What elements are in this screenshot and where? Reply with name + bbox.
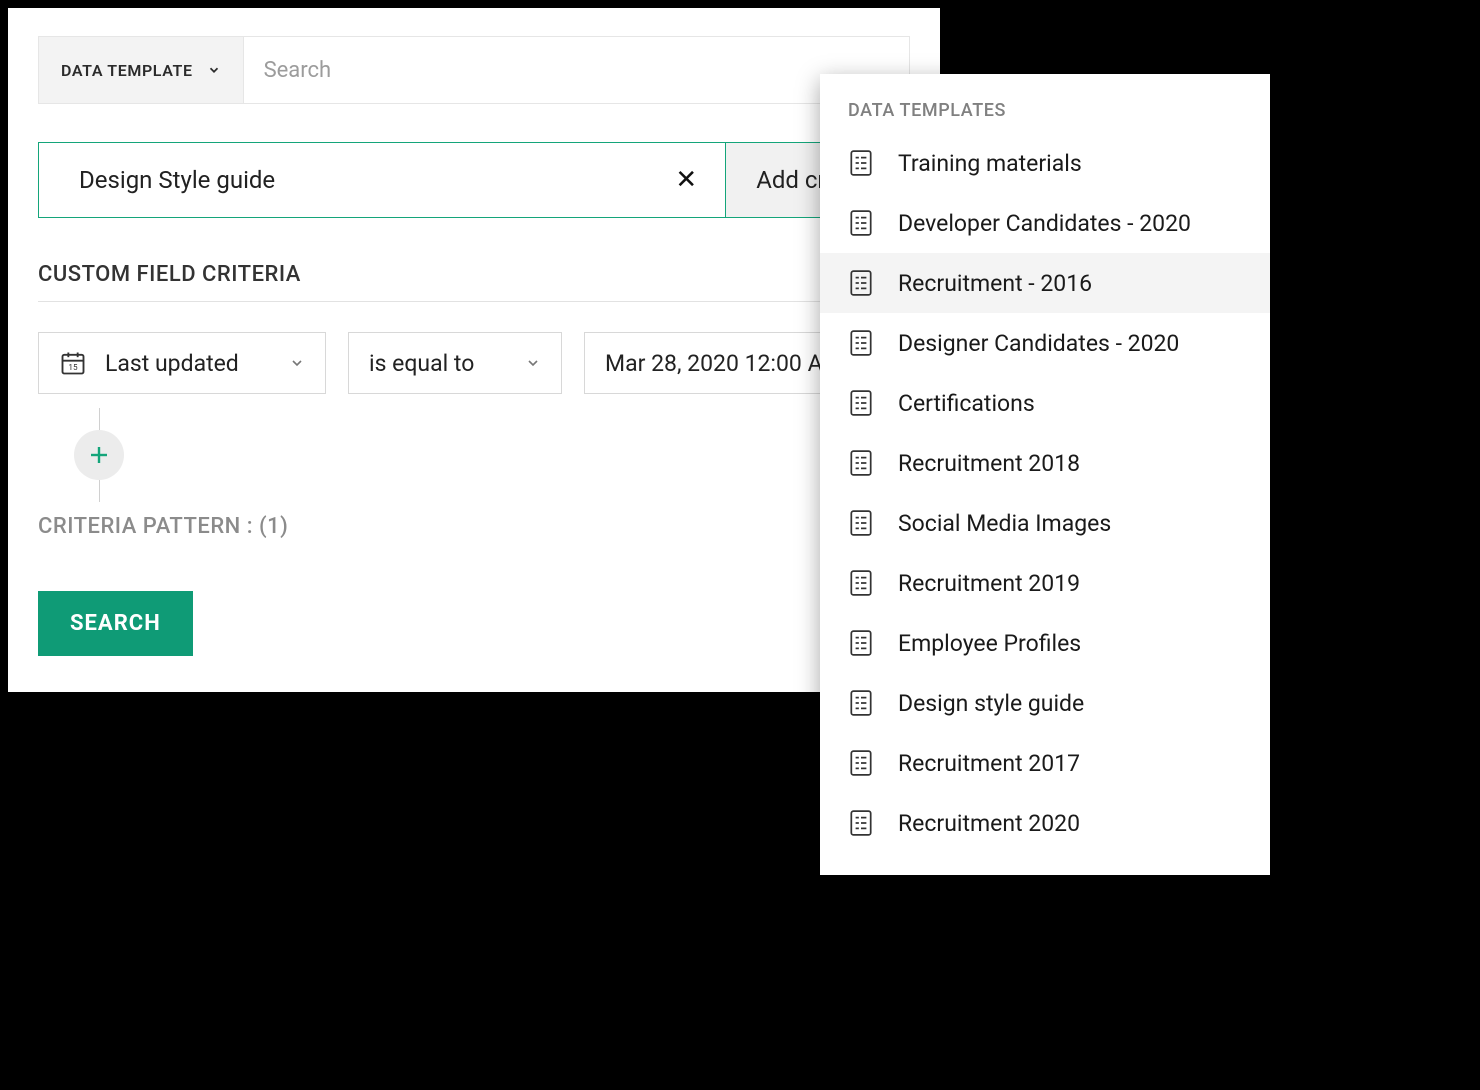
connector-line [99,408,100,430]
search-panel: DATA TEMPLATE Design Style guide ✕ Add c… [8,8,940,692]
template-icon [848,569,874,597]
data-template-dropdown[interactable]: DATA TEMPLATE [39,37,244,103]
dropdown-list: Training materials Developer Candidates -… [820,133,1270,853]
criteria-pattern-label: CRITERIA PATTERN : (1) [38,514,910,539]
add-criteria-stack [74,408,124,502]
dropdown-item-label: Training materials [898,150,1082,177]
dropdown-item-label: Design style guide [898,690,1084,717]
dropdown-item-label: Designer Candidates - 2020 [898,330,1179,357]
custom-field-criteria-title: CUSTOM FIELD CRITERIA [38,262,910,302]
field-select[interactable]: 15 Last updated [38,332,326,394]
dropdown-item-label: Social Media Images [898,510,1111,537]
operator-select-label: is equal to [369,350,474,377]
operator-select[interactable]: is equal to [348,332,562,394]
field-select-label: Last updated [105,350,239,377]
dropdown-item[interactable]: Designer Candidates - 2020 [820,313,1270,373]
connector-line [99,480,100,502]
template-icon [848,329,874,357]
template-icon [848,629,874,657]
criteria-chip-text: Design Style guide [79,166,275,194]
dropdown-item[interactable]: Design style guide [820,673,1270,733]
search-button[interactable]: SEARCH [38,591,193,656]
template-icon [848,269,874,297]
value-input-label: Mar 28, 2020 12:00 AM [605,350,843,377]
dropdown-item[interactable]: Developer Candidates - 2020 [820,193,1270,253]
dropdown-item-label: Recruitment - 2016 [898,270,1092,297]
template-icon [848,809,874,837]
close-icon[interactable]: ✕ [675,167,697,193]
dropdown-item[interactable]: Training materials [820,133,1270,193]
search-input[interactable] [244,37,909,103]
plus-icon [87,443,111,467]
calendar-icon: 15 [59,349,87,377]
data-templates-dropdown-panel: DATA TEMPLATES Training materials Develop… [820,74,1270,875]
dropdown-item-label: Recruitment 2019 [898,570,1080,597]
criteria-row: 15 Last updated is equal to Mar 28, 2020… [38,332,910,394]
dropdown-item-label: Recruitment 2017 [898,750,1080,777]
add-criteria-plus-button[interactable] [74,430,124,480]
dropdown-item-label: Certifications [898,390,1035,417]
dropdown-item-label: Recruitment 2020 [898,810,1080,837]
data-template-label: DATA TEMPLATE [61,61,193,80]
criteria-chip: Design Style guide ✕ [39,143,725,217]
template-icon [848,749,874,777]
dropdown-item[interactable]: Recruitment 2020 [820,793,1270,853]
template-icon [848,509,874,537]
template-icon [848,389,874,417]
dropdown-item-label: Employee Profiles [898,630,1081,657]
template-icon [848,449,874,477]
chevron-down-icon [525,355,541,371]
dropdown-header: DATA TEMPLATES [820,100,1270,133]
dropdown-item-label: Developer Candidates - 2020 [898,210,1191,237]
template-icon [848,209,874,237]
chevron-down-icon [207,63,221,77]
dropdown-item[interactable]: Social Media Images [820,493,1270,553]
dropdown-item[interactable]: Recruitment - 2016 [820,253,1270,313]
dropdown-item[interactable]: Certifications [820,373,1270,433]
dropdown-item[interactable]: Recruitment 2019 [820,553,1270,613]
template-icon [848,689,874,717]
svg-text:15: 15 [68,362,78,372]
criteria-bar: Design Style guide ✕ Add criteria [38,142,910,218]
template-icon [848,149,874,177]
dropdown-item[interactable]: Employee Profiles [820,613,1270,673]
dropdown-item[interactable]: Recruitment 2017 [820,733,1270,793]
chevron-down-icon [289,355,305,371]
dropdown-item[interactable]: Recruitment 2018 [820,433,1270,493]
dropdown-item-label: Recruitment 2018 [898,450,1080,477]
top-bar: DATA TEMPLATE [38,36,910,104]
